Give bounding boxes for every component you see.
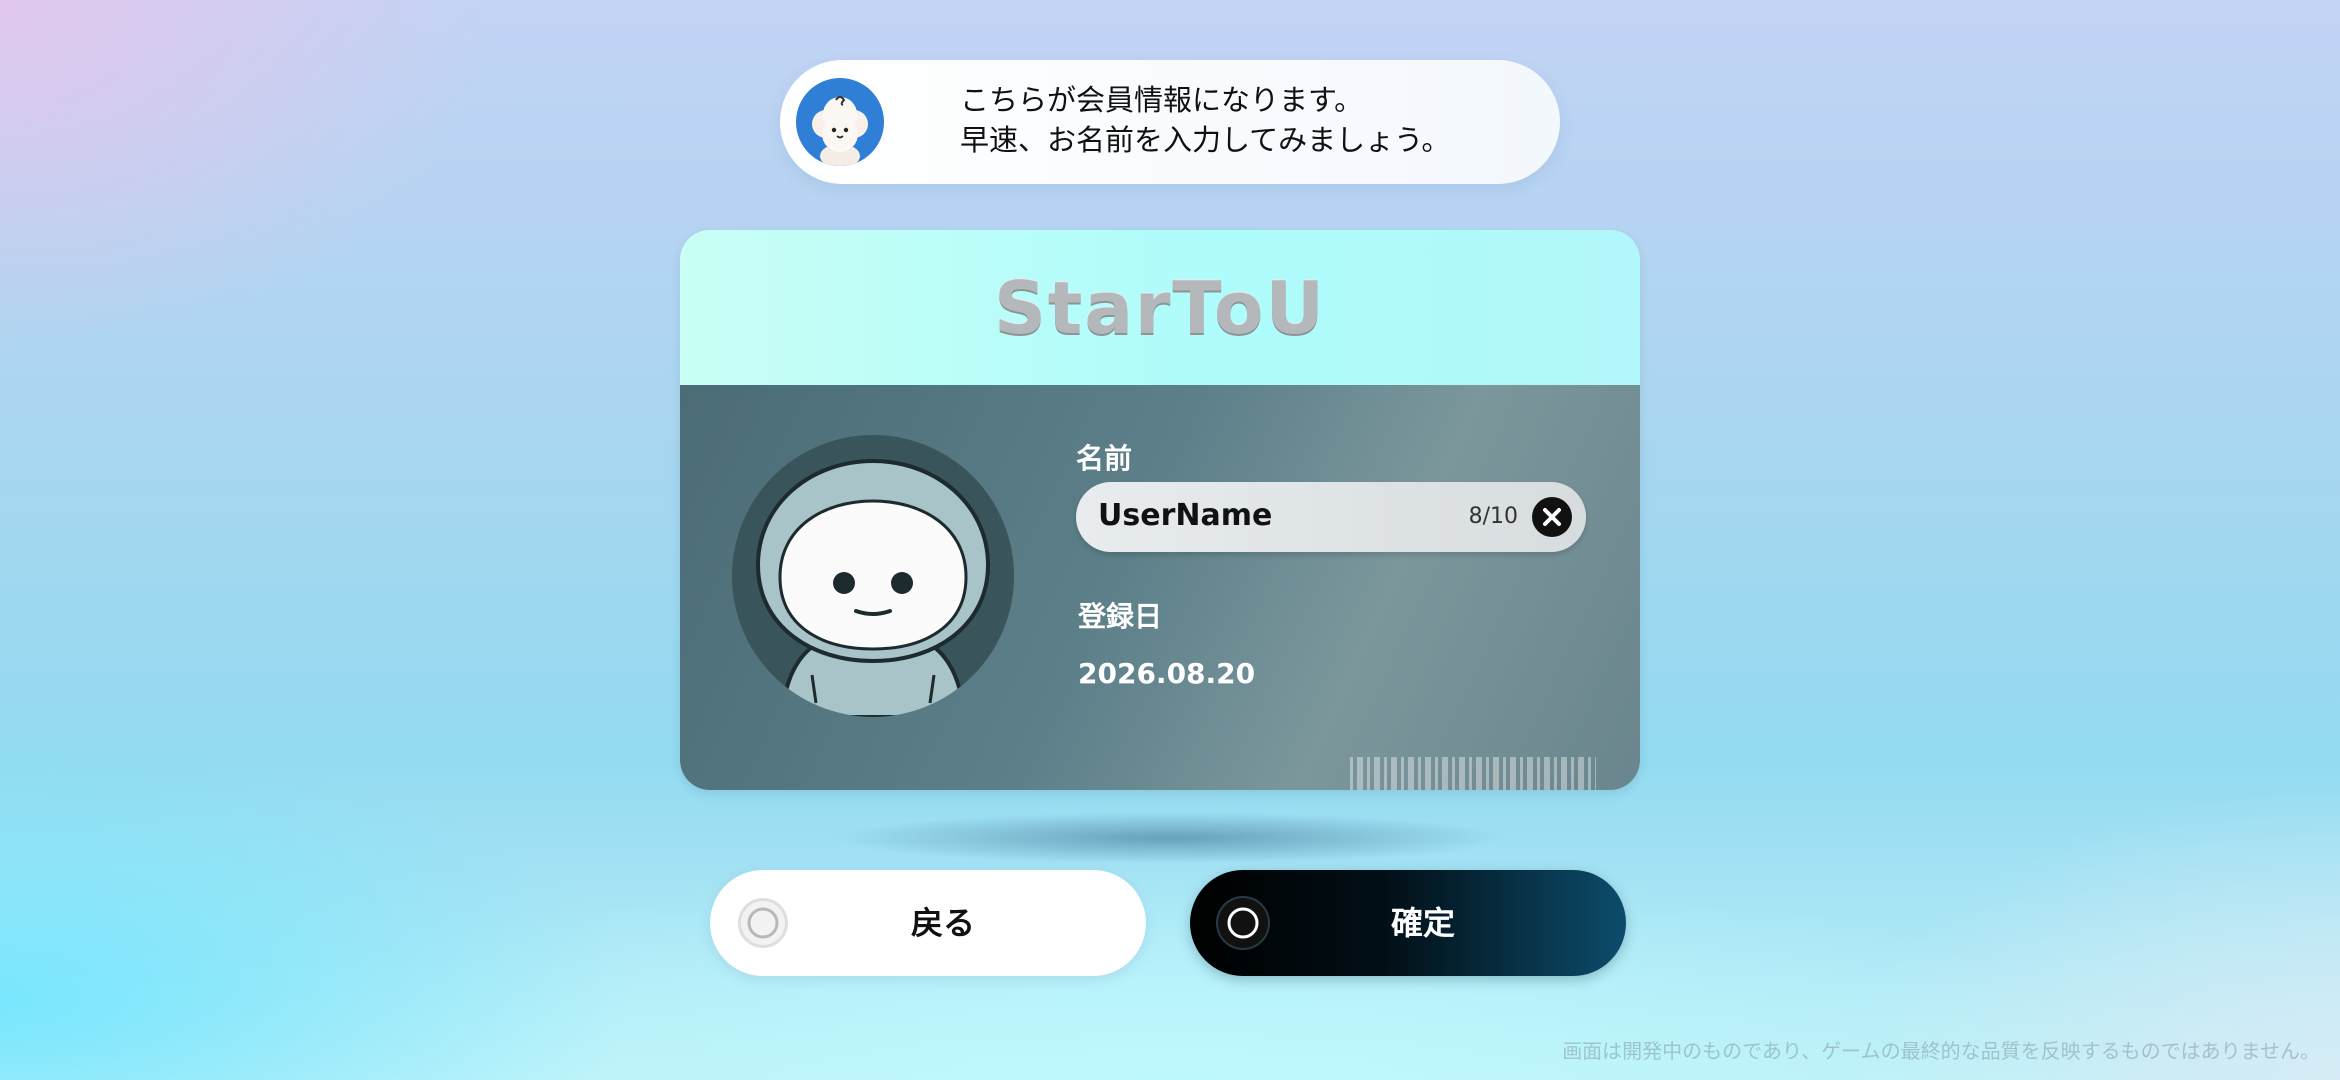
clear-input-button[interactable] (1532, 497, 1572, 537)
close-icon (1543, 508, 1561, 526)
card-drop-shadow (830, 812, 1510, 864)
name-label: 名前 (1076, 442, 1133, 475)
name-input[interactable]: UserName 8/10 (1076, 482, 1586, 552)
assistant-speech-bubble: こちらが会員情報になります。 早速、お名前を入力してみましょう。 (780, 60, 1560, 184)
development-disclaimer: 画面は開発中のものであり、ゲームの最終的な品質を反映するものではありません。 (1562, 1039, 2320, 1063)
name-input-value[interactable]: UserName (1098, 498, 1272, 533)
hooded-character-avatar (732, 435, 1014, 717)
assistant-message: こちらが会員情報になります。 早速、お名前を入力してみましょう。 (960, 80, 1450, 160)
screen: こちらが会員情報になります。 早速、お名前を入力してみましょう。 StarToU (0, 0, 2340, 1080)
card-header: StarToU (680, 230, 1640, 385)
startou-logo: StarToU (994, 266, 1326, 350)
barcode-decoration (1350, 757, 1596, 790)
confirm-button[interactable]: 確定 (1190, 870, 1626, 976)
back-button-label: 戻る (910, 904, 975, 942)
assistant-message-line-2: 早速、お名前を入力してみましょう。 (960, 123, 1451, 157)
card-body: 名前 UserName 8/10 登録日 2026.08.20 (680, 385, 1640, 790)
confirm-button-label: 確定 (1390, 904, 1455, 942)
character-count: 8/10 (1468, 504, 1518, 529)
registration-date-value: 2026.08.20 (1078, 657, 1256, 690)
back-button[interactable]: 戻る (710, 870, 1146, 976)
registration-date-label: 登録日 (1078, 600, 1163, 633)
assistant-message-line-1: こちらが会員情報になります。 (960, 83, 1364, 117)
cloud-mascot-icon (796, 78, 884, 166)
member-card: StarToU 名前 UserName 8/10 登録日 2026.08.20 (680, 230, 1640, 790)
